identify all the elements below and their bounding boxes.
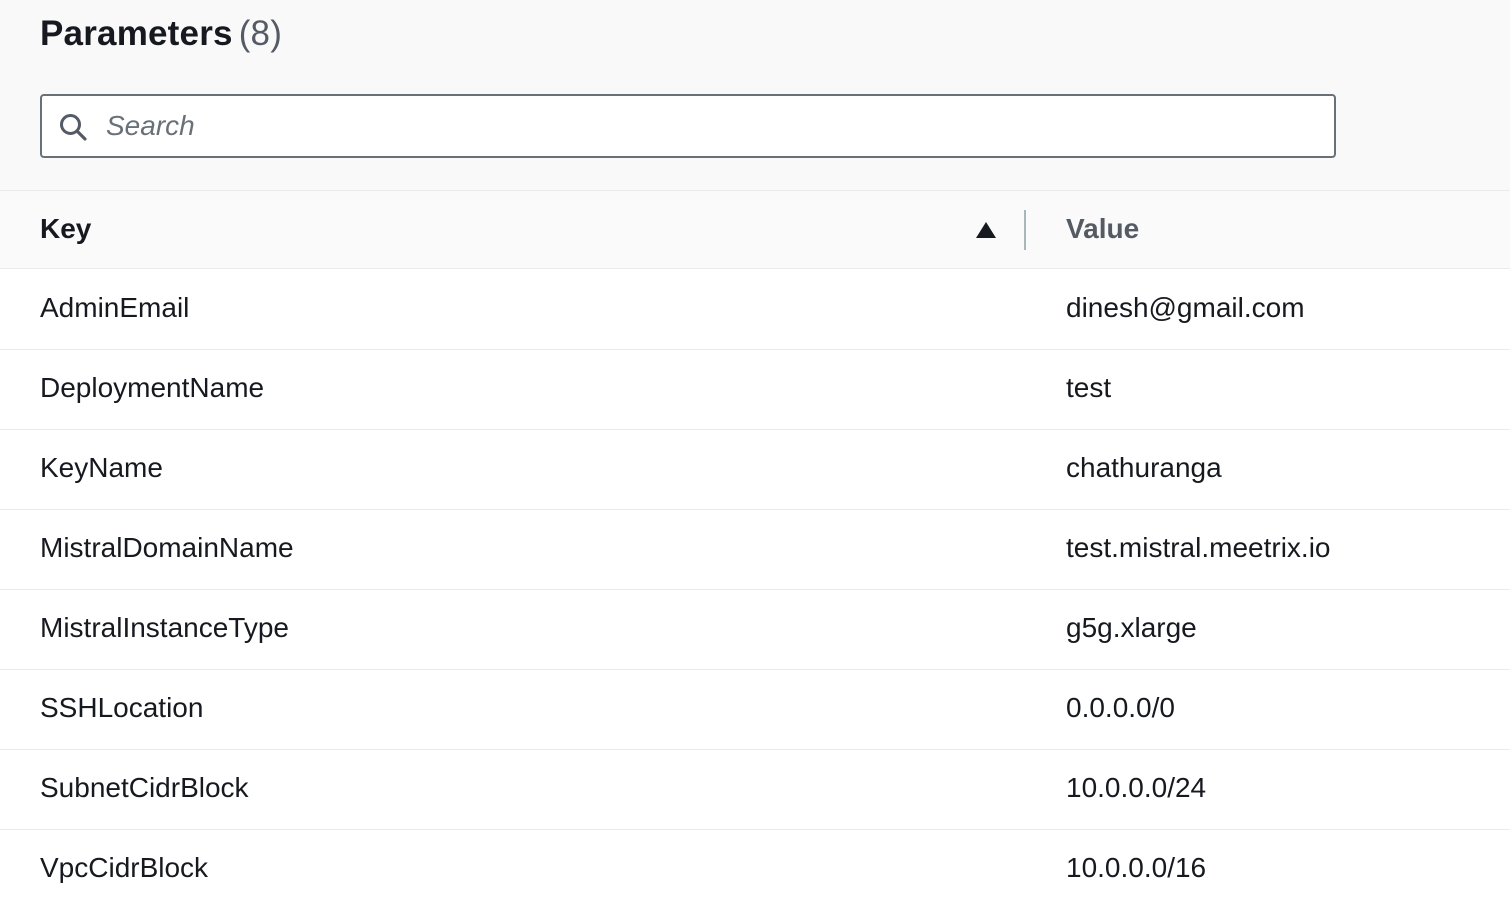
row-key: DeploymentName bbox=[40, 372, 265, 403]
column-header-value[interactable]: Value bbox=[1066, 213, 1139, 245]
table-row: AdminEmail dinesh@gmail.com bbox=[0, 270, 1510, 350]
row-value: test.mistral.meetrix.io bbox=[1066, 532, 1331, 563]
row-key: AdminEmail bbox=[40, 292, 190, 323]
table-row: SSHLocation 0.0.0.0/0 bbox=[0, 670, 1510, 750]
parameters-header: Parameters (8) bbox=[0, 0, 1510, 191]
page-title: Parameters (8) bbox=[40, 14, 282, 54]
row-value: g5g.xlarge bbox=[1066, 612, 1197, 643]
row-key: MistralInstanceType bbox=[40, 612, 289, 643]
row-value: test bbox=[1066, 372, 1112, 403]
table-row: MistralDomainName test.mistral.meetrix.i… bbox=[0, 510, 1510, 590]
search-icon bbox=[60, 114, 87, 141]
parameter-count: (8) bbox=[238, 14, 283, 53]
sort-ascending-icon[interactable] bbox=[975, 221, 997, 239]
table-header: Key Value bbox=[0, 191, 1510, 269]
search-input[interactable] bbox=[106, 106, 1306, 146]
title-text: Parameters bbox=[40, 14, 233, 53]
table-row: KeyName chathuranga bbox=[0, 430, 1510, 510]
search-box[interactable] bbox=[40, 94, 1336, 158]
column-resizer[interactable] bbox=[1024, 210, 1026, 250]
row-value: chathuranga bbox=[1066, 452, 1222, 483]
row-key: SubnetCidrBlock bbox=[40, 772, 249, 803]
parameters-table-body: AdminEmail dinesh@gmail.com DeploymentNa… bbox=[0, 270, 1510, 910]
table-row: MistralInstanceType g5g.xlarge bbox=[0, 590, 1510, 670]
row-key: MistralDomainName bbox=[40, 532, 294, 563]
row-key: KeyName bbox=[40, 452, 163, 483]
table-row: DeploymentName test bbox=[0, 350, 1510, 430]
row-key: VpcCidrBlock bbox=[40, 852, 209, 883]
column-header-key[interactable]: Key bbox=[40, 213, 91, 245]
row-key: SSHLocation bbox=[40, 692, 204, 723]
table-row: VpcCidrBlock 10.0.0.0/16 bbox=[0, 830, 1510, 910]
row-value: dinesh@gmail.com bbox=[1066, 292, 1305, 323]
row-value: 10.0.0.0/24 bbox=[1066, 772, 1207, 803]
row-value: 0.0.0.0/0 bbox=[1066, 692, 1175, 723]
table-row: SubnetCidrBlock 10.0.0.0/24 bbox=[0, 750, 1510, 830]
row-value: 10.0.0.0/16 bbox=[1066, 852, 1207, 883]
